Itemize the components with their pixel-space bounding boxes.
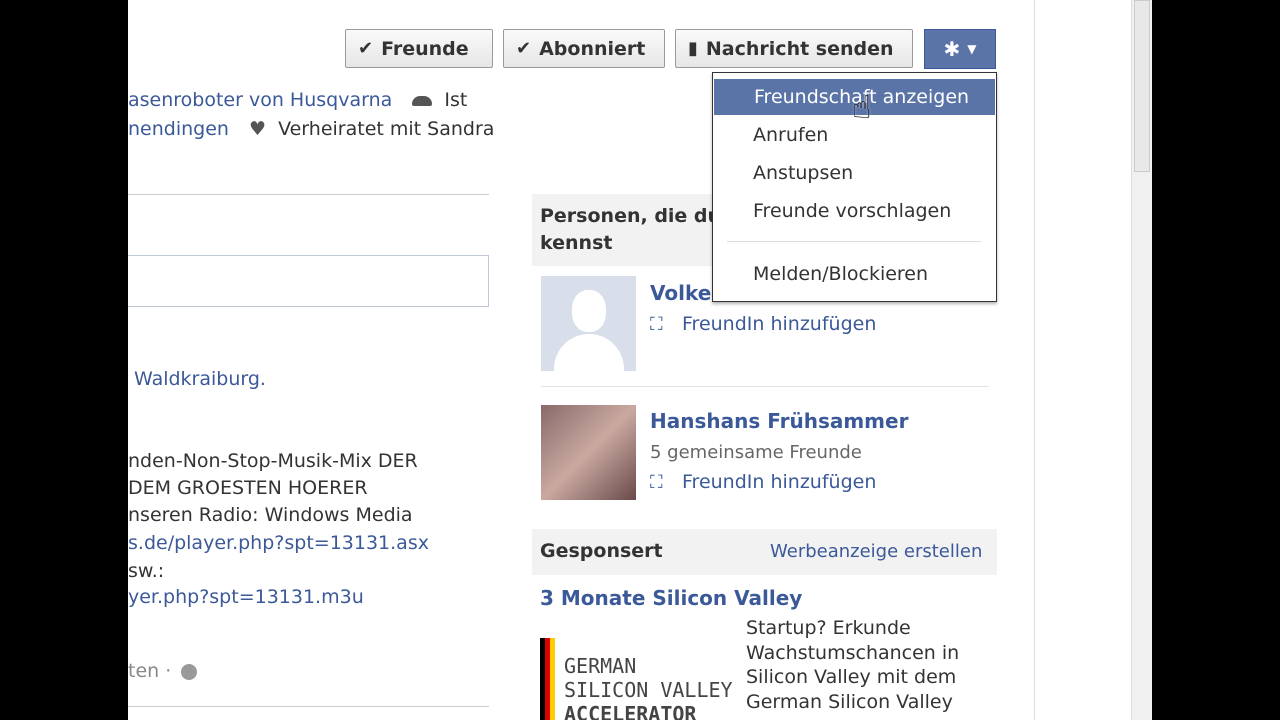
caret-down-icon: ▼ <box>967 42 977 56</box>
add-friend-link[interactable]: ⛶ FreundIn hinzufügen <box>650 313 876 335</box>
about-line-1: nden-Non-Stop-Musik-Mix DER <box>128 450 418 472</box>
about-line-2: DEM GROESTEN HOERER <box>128 477 368 499</box>
menu-item-report-block[interactable]: Melden/Blockieren <box>713 256 996 292</box>
speech-bubble-icon: ▮ <box>688 38 698 59</box>
divider <box>128 706 489 707</box>
hand-cursor-icon: ☝ <box>852 88 872 126</box>
mutual-friends-count[interactable]: 5 gemeinsame Freunde <box>650 442 862 463</box>
globe-icon <box>181 663 198 680</box>
add-friend-icon: ⛶ <box>650 314 663 335</box>
divider <box>128 194 489 195</box>
player-m3u-link[interactable]: yer.php?spt=13131.m3u <box>128 586 364 608</box>
player-asx-link[interactable]: s.de/player.php?spt=13131.asx <box>128 532 429 554</box>
ad-title-link[interactable]: 3 Monate Silicon Valley <box>540 586 802 610</box>
page-edge-line <box>1034 0 1035 720</box>
menu-item-suggest-friends[interactable]: Freunde vorschlagen <box>713 193 996 229</box>
create-ad-link[interactable]: Werbeanzeige erstellen <box>770 541 982 562</box>
friends-button[interactable]: ✔ Freunde <box>345 29 493 68</box>
ad-logo-text: GERMAN SILICON VALLEY ACCELERATOR <box>564 654 733 720</box>
gear-icon: ✱ <box>943 37 961 61</box>
profile-picture-placeholder[interactable] <box>541 276 636 371</box>
add-friend-link[interactable]: ⛶ FreundIn hinzufügen <box>650 471 876 493</box>
settings-dropdown-button[interactable]: ✱ ▼ <box>924 29 996 69</box>
employer-link[interactable]: asenroboter von Husqvarna <box>128 89 392 111</box>
checkmark-icon: ✔ <box>358 38 374 59</box>
divider <box>541 386 989 387</box>
about-line-4: sw.: <box>128 560 165 582</box>
person-name-link[interactable]: Volke <box>650 281 711 305</box>
menu-separator <box>727 241 981 242</box>
checkmark-icon: ✔ <box>516 38 532 59</box>
hometown-link[interactable]: nendingen <box>128 118 229 140</box>
facebook-profile-page: ✔ Freunde ✔ Abonniert ▮ Nachricht senden… <box>128 0 1152 720</box>
person-name-link[interactable]: Hanshans Frühsammer <box>650 409 908 433</box>
ad-image[interactable]: GERMAN SILICON VALLEY ACCELERATOR <box>540 618 733 720</box>
post-footer: ten · <box>128 660 198 682</box>
scrollbar-thumb[interactable] <box>1134 0 1150 172</box>
about-line-3: nseren Radio: Windows Media <box>128 504 413 526</box>
heart-icon: ♥ <box>249 118 267 140</box>
subscribed-button[interactable]: ✔ Abonniert <box>503 29 665 68</box>
people-you-may-know-title: Personen, die du kennst <box>540 205 722 254</box>
add-friend-icon: ⛶ <box>650 472 663 493</box>
location-link[interactable]: Waldkraiburg. <box>134 368 266 390</box>
profile-picture[interactable] <box>541 405 636 500</box>
send-message-button[interactable]: ▮ Nachricht senden <box>675 29 913 68</box>
profile-home-line: nendingen ♥ Verheiratet mit Sandra <box>128 118 495 140</box>
vertical-scrollbar[interactable] <box>1131 0 1152 720</box>
sponsored-title: Gesponsert <box>540 540 663 562</box>
car-icon <box>412 95 433 106</box>
menu-item-poke[interactable]: Anstupsen <box>713 155 996 191</box>
ad-description[interactable]: Startup? Erkunde Wachstumschancen in Sil… <box>746 616 976 714</box>
profile-work-line: asenroboter von Husqvarna Ist <box>128 89 468 111</box>
status-input[interactable] <box>128 255 489 307</box>
